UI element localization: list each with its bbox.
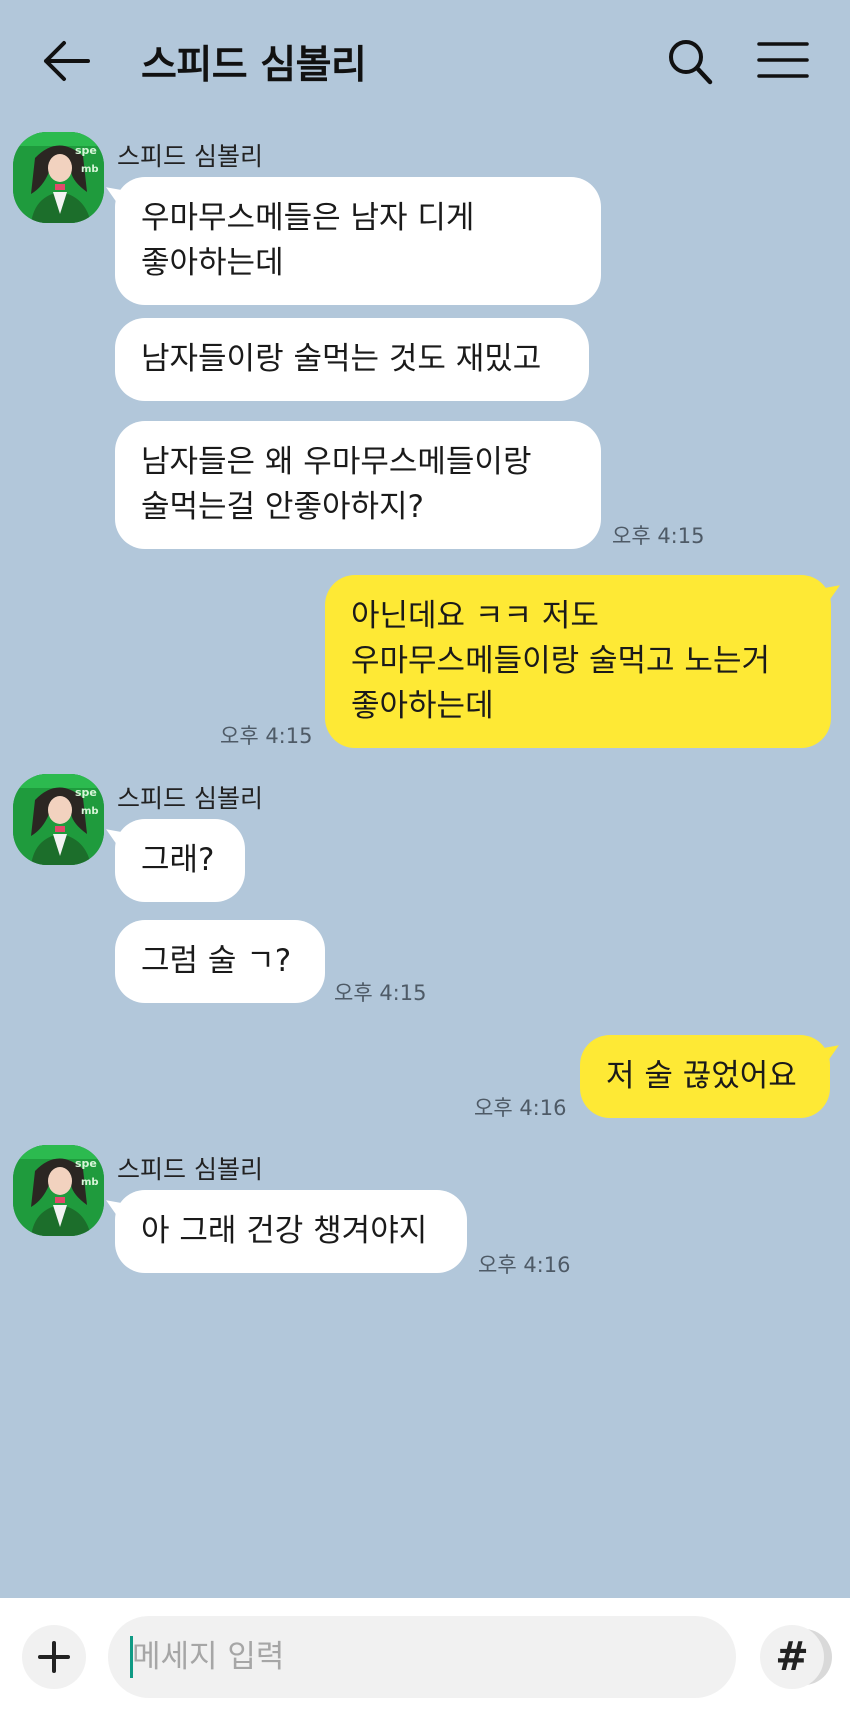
search-button[interactable] [664, 36, 716, 88]
sender-name: 스피드 심볼리 [117, 784, 263, 813]
arrow-left-icon [44, 41, 90, 81]
svg-text:mb: mb [81, 1177, 99, 1188]
message-input-wrapper [108, 1616, 832, 1698]
message-timestamp: 오후 4:16 [474, 1096, 567, 1120]
hamburger-menu-icon [757, 42, 809, 78]
message-bubble-outgoing[interactable]: 아닌데요 ㅋㅋ 저도 우마무스메들이랑 술먹고 노는거 좋아하는데 [325, 575, 831, 748]
back-button[interactable] [40, 36, 98, 86]
chat-header: 스피드 심볼리 [0, 0, 850, 122]
svg-text:spe: spe [75, 1157, 97, 1170]
message-bubble-incoming[interactable]: 그래? [115, 819, 245, 902]
chat-screen: 스피드 심볼리 spe mb 스피드 심볼리 우마무스메들은 남자 디게 좋아하… [0, 0, 850, 1714]
sender-name: 스피드 심볼리 [117, 1155, 263, 1184]
message-input[interactable] [132, 1616, 652, 1698]
hashtag-button[interactable]: # [760, 1625, 824, 1689]
svg-text:spe: spe [75, 786, 97, 799]
plus-icon [38, 1641, 70, 1673]
message-composer: # [0, 1598, 850, 1714]
message-timestamp: 오후 4:15 [220, 724, 313, 748]
message-timestamp: 오후 4:16 [478, 1253, 571, 1277]
message-timestamp: 오후 4:15 [334, 981, 427, 1005]
message-bubble-incoming[interactable]: 그럼 술 ㄱ? [115, 920, 325, 1003]
profile-picture-icon: spe mb [13, 774, 104, 865]
chat-title: 스피드 심볼리 [141, 43, 367, 88]
attach-button[interactable] [22, 1625, 86, 1689]
sender-avatar[interactable]: spe mb [13, 774, 104, 865]
profile-picture-icon: spe mb [13, 1145, 104, 1236]
sender-name: 스피드 심볼리 [117, 142, 263, 171]
sender-avatar[interactable]: spe mb [13, 132, 104, 223]
message-timestamp: 오후 4:15 [612, 524, 705, 548]
message-bubble-incoming[interactable]: 남자들이랑 술먹는 것도 재밌고 [115, 318, 589, 401]
message-bubble-incoming[interactable]: 남자들은 왜 우마무스메들이랑 술먹는걸 안좋아하지? [115, 421, 601, 549]
message-bubble-incoming[interactable]: 아 그래 건강 챙겨야지 [115, 1190, 467, 1273]
svg-text:mb: mb [81, 806, 99, 817]
search-icon [669, 40, 713, 85]
svg-text:spe: spe [75, 144, 97, 157]
sender-avatar[interactable]: spe mb [13, 1145, 104, 1236]
menu-button[interactable] [756, 38, 810, 82]
profile-picture-icon: spe mb [13, 132, 104, 223]
message-bubble-incoming[interactable]: 우마무스메들은 남자 디게 좋아하는데 [115, 177, 601, 305]
svg-text:mb: mb [81, 164, 99, 175]
message-bubble-outgoing[interactable]: 저 술 끊었어요 [580, 1035, 830, 1118]
